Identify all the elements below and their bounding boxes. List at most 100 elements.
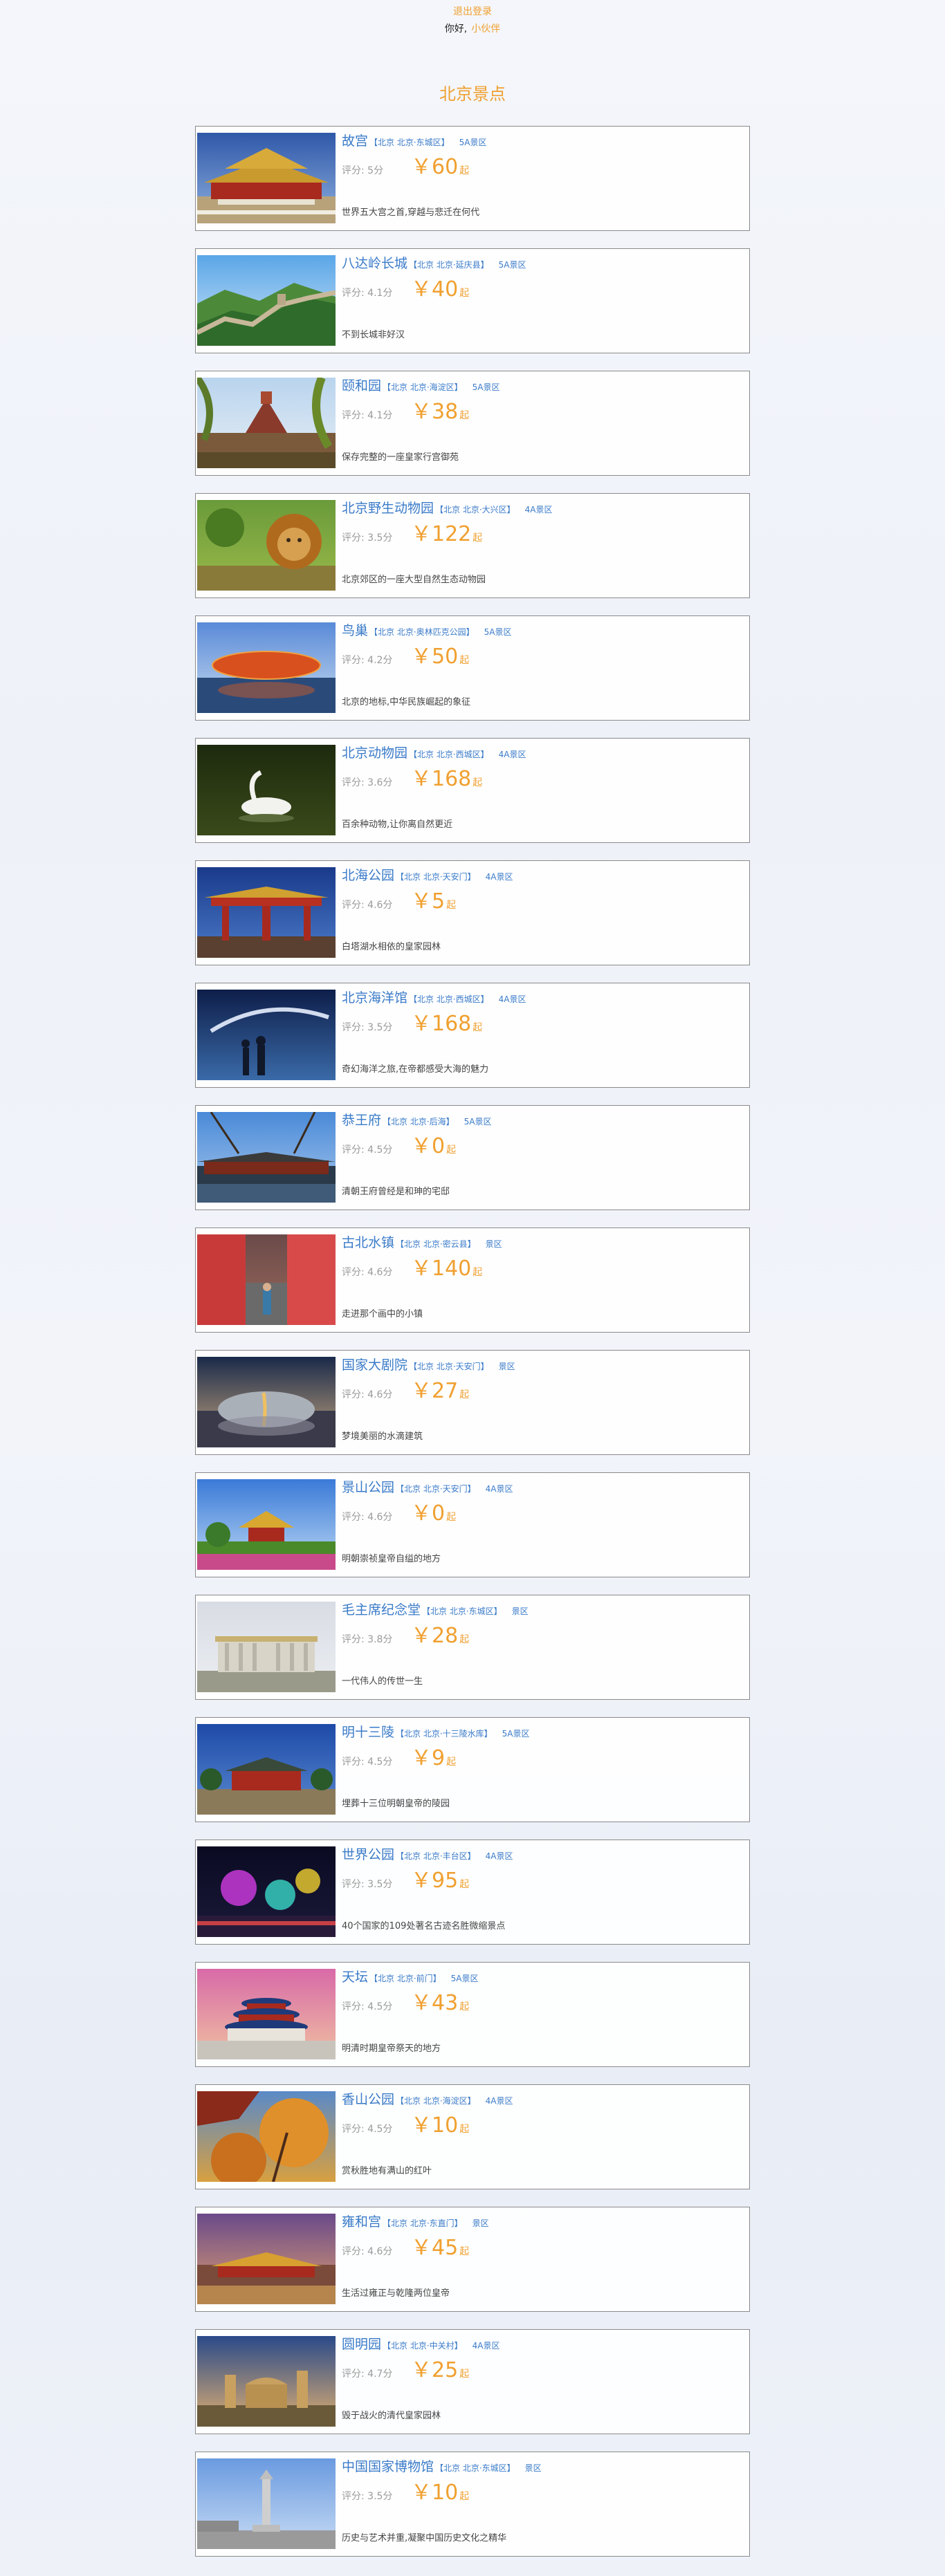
attraction-photo[interactable] [197, 1846, 336, 1937]
attraction-description: 走进那个画中的小镇 [342, 1309, 423, 1319]
attraction-name[interactable]: 北京海洋馆 [342, 990, 407, 1006]
attraction-photo[interactable] [197, 1234, 336, 1325]
attraction-card[interactable]: 故宫 【北京 北京·东城区】 5A景区 评分: 5分 ￥60 起 世界五大宫之首,穿越与… [195, 126, 750, 231]
attraction-card[interactable]: 北京动物园 【北京 北京·西城区】 4A景区 评分: 3.6分 ￥168 起 百余种动物… [195, 738, 750, 843]
attraction-name[interactable]: 雍和宫 [342, 2214, 381, 2230]
attraction-card[interactable]: 雍和宫 【北京 北京·东直门】 景区 评分: 4.6分 ￥45 起 生活过雍正与乾隆两位… [195, 2207, 750, 2312]
attraction-card[interactable]: 明十三陵 【北京 北京·十三陵水库】 5A景区 评分: 4.5分 ￥9 起 埋葬十三位明… [195, 1717, 750, 1822]
attraction-name[interactable]: 中国国家博物馆 [342, 2459, 434, 2474]
attraction-photo[interactable] [197, 378, 336, 468]
attraction-photo[interactable] [197, 2214, 336, 2304]
attraction-description: 埋葬十三位明朝皇帝的陵园 [342, 1799, 450, 1809]
attraction-grade: 4A景区 [498, 994, 526, 1004]
attraction-card[interactable]: 鸟巢 【北京 北京·奥林匹克公园】 5A景区 评分: 4.2分 ￥50 起 北京的地标,… [195, 615, 750, 721]
attraction-name[interactable]: 恭王府 [342, 1113, 381, 1128]
attraction-photo[interactable] [197, 1724, 336, 1815]
logout-link[interactable]: 退出登录 [453, 6, 492, 18]
attraction-photo[interactable] [197, 2091, 336, 2182]
attraction-description: 保存完整的一座皇家行宫御苑 [342, 452, 459, 463]
attraction-photo[interactable] [197, 622, 336, 713]
attraction-score: 评分: 3.8分 [342, 1634, 393, 1645]
attraction-score: 评分: 4.6分 [342, 1512, 393, 1523]
attraction-photo[interactable] [197, 1357, 336, 1447]
attraction-location: 【北京 北京·十三陵水库】 [396, 1729, 493, 1739]
price-unit: 起 [459, 1879, 470, 1890]
attraction-name[interactable]: 国家大剧院 [342, 1358, 407, 1373]
attraction-location: 【北京 北京·东城区】 [369, 138, 450, 147]
attraction-score: 评分: 4.6分 [342, 2246, 393, 2257]
attraction-price: ￥168 [411, 767, 472, 791]
attraction-photo[interactable] [197, 867, 336, 958]
price-unit: 起 [459, 2369, 470, 2380]
attraction-grade: 5A景区 [472, 382, 500, 392]
attraction-photo[interactable] [197, 255, 336, 346]
attraction-photo[interactable] [197, 745, 336, 835]
attraction-card[interactable]: 颐和园 【北京 北京·海淀区】 5A景区 评分: 4.1分 ￥38 起 保存完整的一座皇… [195, 371, 750, 476]
attraction-card[interactable]: 天坛 【北京 北京·前门】 5A景区 评分: 4.5分 ￥43 起 明清时期皇帝祭天的地… [195, 1962, 750, 2067]
attraction-description: 明朝崇祯皇帝自缢的地方 [342, 1554, 441, 1564]
price-unit: 起 [472, 1022, 483, 1033]
attraction-location: 【北京 北京·海淀区】 [396, 2096, 476, 2106]
attraction-name[interactable]: 毛主席纪念堂 [342, 1602, 421, 1618]
attraction-card[interactable]: 国家大剧院 【北京 北京·天安门】 景区 评分: 4.6分 ￥27 起 梦境美丽的水滴建… [195, 1350, 750, 1455]
attraction-name[interactable]: 天坛 [342, 1970, 368, 1985]
attraction-name[interactable]: 古北水镇 [342, 1235, 394, 1250]
attraction-photo[interactable] [197, 1602, 336, 1692]
attraction-info: 颐和园 【北京 北京·海淀区】 5A景区 评分: 4.1分 ￥38 起 [342, 378, 742, 424]
attraction-score: 评分: 4.2分 [342, 655, 393, 666]
attraction-location: 【北京 北京·天安门】 [409, 1362, 489, 1371]
attraction-card[interactable]: 北京野生动物园 【北京 北京·大兴区】 4A景区 评分: 3.5分 ￥122 起 北京郊… [195, 493, 750, 598]
attraction-grade: 5A景区 [502, 1729, 530, 1739]
attraction-name[interactable]: 颐和园 [342, 378, 381, 393]
username-link[interactable]: 小伙伴 [471, 24, 500, 35]
price-unit: 起 [459, 1634, 470, 1645]
attraction-name[interactable]: 香山公园 [342, 2092, 394, 2107]
attraction-photo[interactable] [197, 2458, 336, 2549]
attraction-description: 生活过雍正与乾隆两位皇帝 [342, 2288, 450, 2299]
attraction-name[interactable]: 鸟巢 [342, 623, 368, 638]
attraction-card[interactable]: 北京海洋馆 【北京 北京·西城区】 4A景区 评分: 3.5分 ￥168 起 奇幻海洋之… [195, 983, 750, 1088]
attraction-info: 国家大剧院 【北京 北京·天安门】 景区 评分: 4.6分 ￥27 起 [342, 1358, 742, 1403]
attraction-card[interactable]: 古北水镇 【北京 北京·密云县】 景区 评分: 4.6分 ￥140 起 走进那个画中的小… [195, 1227, 750, 1333]
attraction-info: 古北水镇 【北京 北京·密云县】 景区 评分: 4.6分 ￥140 起 [342, 1235, 742, 1281]
attraction-name[interactable]: 北海公园 [342, 868, 394, 883]
attraction-card[interactable]: 八达岭长城 【北京 北京·延庆县】 5A景区 评分: 4.1分 ￥40 起 不到长城非好… [195, 248, 750, 353]
price-unit: 起 [472, 777, 483, 788]
attraction-card[interactable]: 世界公园 【北京 北京·丰台区】 4A景区 评分: 3.5分 ￥95 起 40个国家的1… [195, 1840, 750, 1945]
attraction-photo[interactable] [197, 133, 336, 223]
attraction-photo[interactable] [197, 1479, 336, 1570]
attraction-photo[interactable] [197, 1969, 336, 2059]
attraction-price: ￥140 [411, 1257, 472, 1281]
attraction-card[interactable]: 恭王府 【北京 北京·后海】 5A景区 评分: 4.5分 ￥0 起 清朝王府曾经是和珅的… [195, 1105, 750, 1210]
attraction-name[interactable]: 景山公园 [342, 1480, 394, 1495]
attraction-location: 【北京 北京·大兴区】 [435, 505, 515, 515]
attraction-card[interactable]: 圆明园 【北京 北京·中关村】 4A景区 评分: 4.7分 ￥25 起 毁于战火的清代皇… [195, 2329, 750, 2434]
attraction-description: 梦境美丽的水滴建筑 [342, 1431, 423, 1442]
attraction-location: 【北京 北京·天安门】 [396, 1484, 476, 1494]
attraction-photo[interactable] [197, 1112, 336, 1203]
attraction-name[interactable]: 明十三陵 [342, 1725, 394, 1740]
attraction-name[interactable]: 八达岭长城 [342, 256, 407, 271]
attraction-name[interactable]: 世界公园 [342, 1847, 394, 1862]
attraction-card[interactable]: 景山公园 【北京 北京·天安门】 4A景区 评分: 4.6分 ￥0 起 明朝崇祯皇帝自缢… [195, 1472, 750, 1577]
attraction-card[interactable]: 香山公园 【北京 北京·海淀区】 4A景区 评分: 4.5分 ￥10 起 赏秋胜地有满山… [195, 2084, 750, 2189]
price-unit: 起 [459, 2491, 470, 2502]
attraction-photo[interactable] [197, 990, 336, 1080]
price-unit: 起 [459, 165, 470, 176]
attraction-name[interactable]: 圆明园 [342, 2337, 381, 2352]
attraction-card[interactable]: 北海公园 【北京 北京·天安门】 4A景区 评分: 4.6分 ￥5 起 白塔湖水相依的皇… [195, 860, 750, 965]
attraction-name[interactable]: 北京野生动物园 [342, 501, 434, 516]
attraction-score: 评分: 4.6分 [342, 1267, 393, 1278]
attraction-card[interactable]: 中国国家博物馆 【北京 北京·东城区】 景区 评分: 3.5分 ￥10 起 历史与艺术并… [195, 2452, 750, 2557]
price-unit: 起 [459, 1389, 470, 1400]
attraction-location: 【北京 北京·中关村】 [383, 2341, 463, 2351]
attraction-name[interactable]: 北京动物园 [342, 745, 407, 761]
attraction-info: 中国国家博物馆 【北京 北京·东城区】 景区 评分: 3.5分 ￥10 起 [342, 2459, 742, 2505]
attraction-card[interactable]: 毛主席纪念堂 【北京 北京·东城区】 景区 评分: 3.8分 ￥28 起 一代伟人的传世… [195, 1595, 750, 1700]
attraction-score: 评分: 4.5分 [342, 1757, 393, 1768]
attraction-info: 世界公园 【北京 北京·丰台区】 4A景区 评分: 3.5分 ￥95 起 [342, 1847, 742, 1893]
attraction-name[interactable]: 故宫 [342, 133, 368, 149]
price-unit: 起 [459, 2246, 470, 2257]
attraction-photo[interactable] [197, 2336, 336, 2427]
attraction-photo[interactable] [197, 500, 336, 591]
